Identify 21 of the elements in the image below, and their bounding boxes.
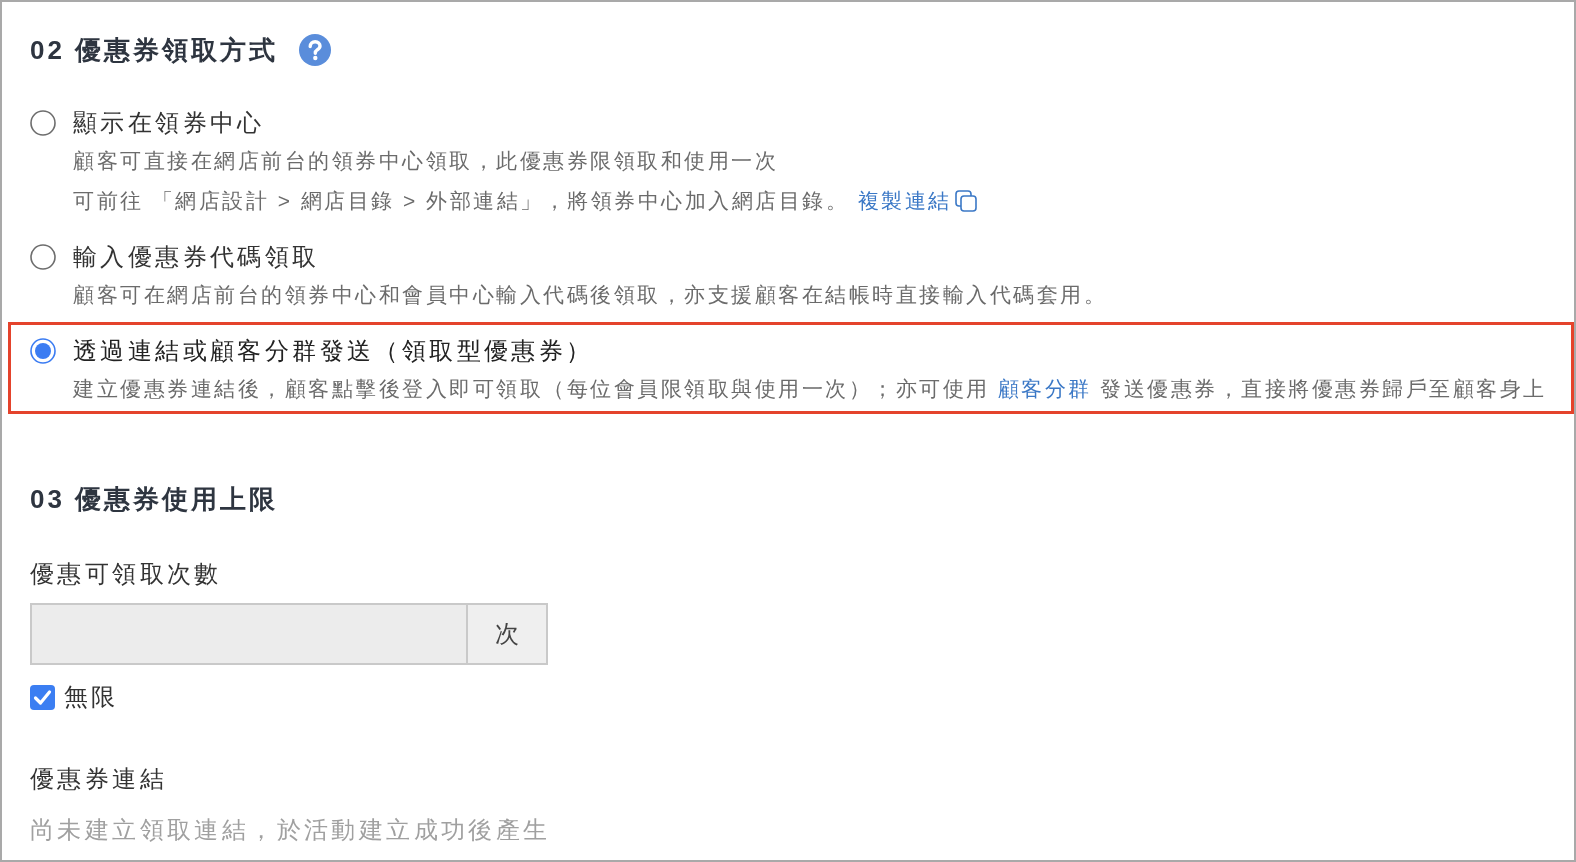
description-text: 顧客可在網店前台的領券中心和會員中心輸入代碼後領取，亦支援顧客在結帳時直接輸入代碼套用。	[73, 282, 1108, 308]
description-text: 建立優惠券連結後，顧客點擊後登入即可領取（每位會員限領取與使用一次）；亦可使用 顧客分群 發送優惠券，直接將優惠券歸戶至顧客身上	[73, 376, 1548, 402]
field-label: 優惠券連結	[30, 764, 168, 794]
section-heading: 02 優惠券領取方式	[30, 34, 279, 67]
radio-button[interactable]	[30, 338, 56, 364]
option-label: 輸入優惠券代碼領取	[73, 242, 321, 272]
radio-button[interactable]	[30, 244, 56, 270]
section-heading: 03 優惠券使用上限	[30, 483, 279, 516]
description-text: 可前往 「網店設計 > 網店目錄 > 外部連結」，將領券中心加入網店目錄。 複製連結	[73, 183, 1571, 219]
link[interactable]: 顧客分群	[997, 377, 1092, 400]
option-label: 透過連結或顧客分群發送（領取型優惠券）	[73, 336, 595, 366]
copy-link[interactable]: 複製連結	[857, 189, 977, 212]
checkbox-label: 無限	[64, 682, 118, 712]
help-icon[interactable]	[299, 34, 332, 66]
unit-label: 次	[468, 603, 548, 665]
copy-icon	[954, 190, 977, 212]
field-label: 優惠可領取次數	[30, 559, 223, 589]
radio-button[interactable]	[30, 110, 56, 136]
option-label: 顯示在領券中心	[73, 108, 266, 138]
note-text: 尚未建立領取連結，於活動建立成功後產生	[30, 815, 552, 845]
description-text: 顧客可直接在網店前台的領券中心領取，此優惠券限領取和使用一次	[73, 148, 779, 174]
